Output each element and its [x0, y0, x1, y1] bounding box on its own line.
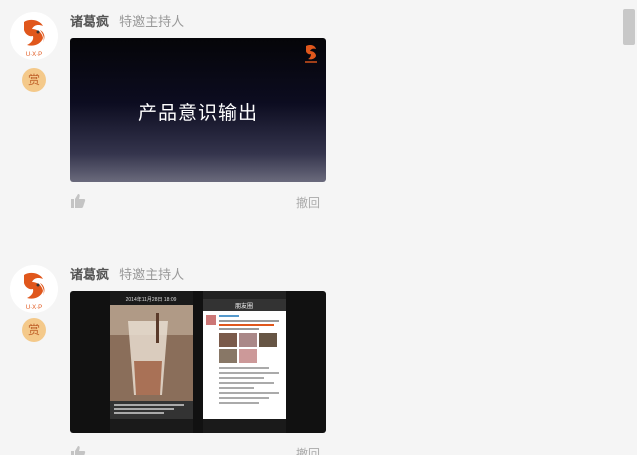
like-icon[interactable] [70, 445, 86, 455]
phone-screenshot-right: 朋友圈 [203, 291, 286, 433]
avatar-caption: U·X·P [26, 305, 42, 311]
avatar[interactable]: U·X·P [10, 12, 58, 60]
author-name[interactable]: 诸葛疯 [70, 268, 109, 283]
screenshot-title: 朋友圈 [235, 302, 253, 310]
avatar[interactable]: U·X·P [10, 265, 58, 313]
revoke-button[interactable]: 撤回 [296, 194, 320, 211]
message-header: 诸葛疯 特邀主持人 [70, 15, 184, 31]
screenshot-image[interactable]: 2014年11月28日 18:09 朋友圈 [70, 291, 326, 433]
reward-badge[interactable]: 赏 [22, 68, 46, 92]
logo-icon [305, 45, 317, 63]
scrollbar-thumb[interactable] [623, 9, 635, 45]
author-role: 特邀主持人 [119, 268, 185, 283]
avatar-caption: U·X·P [26, 52, 42, 58]
revoke-button[interactable]: 撤回 [296, 445, 320, 455]
reward-badge[interactable]: 赏 [22, 318, 46, 342]
slide-title: 产品意识输出 [137, 102, 258, 124]
author-role: 特邀主持人 [119, 15, 185, 30]
phone-screenshot-left: 2014年11月28日 18:09 [110, 291, 193, 433]
like-icon[interactable] [70, 193, 86, 209]
screenshot-time: 2014年11月28日 18:09 [126, 296, 177, 303]
slide-image[interactable]: 产品意识输出 [70, 38, 326, 182]
message-header: 诸葛疯 特邀主持人 [70, 268, 184, 284]
author-name[interactable]: 诸葛疯 [70, 15, 109, 30]
